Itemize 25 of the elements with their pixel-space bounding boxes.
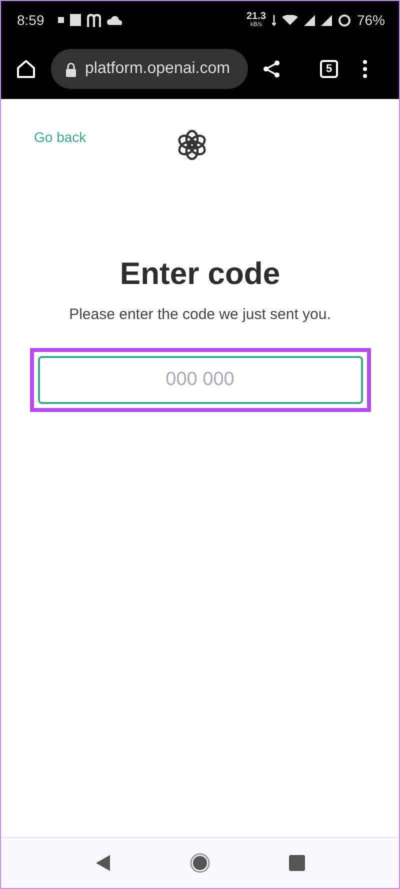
battery-icon bbox=[338, 14, 351, 26]
url-text: platform.openai.com bbox=[85, 60, 230, 78]
code-input-field[interactable]: 000 000 bbox=[38, 356, 362, 404]
home-icon[interactable] bbox=[15, 58, 37, 80]
home-button-icon[interactable] bbox=[190, 853, 210, 873]
tab-count-button[interactable]: 5 bbox=[320, 60, 338, 78]
notification-icon bbox=[58, 17, 64, 23]
clock: 8:59 bbox=[17, 12, 44, 28]
recents-icon[interactable] bbox=[288, 855, 305, 871]
m-icon bbox=[87, 14, 102, 26]
app-icon bbox=[70, 14, 82, 26]
download-arrow-icon bbox=[272, 14, 276, 26]
address-bar[interactable]: platform.openai.com bbox=[51, 49, 248, 89]
instruction-text: Please enter the code we just sent you. bbox=[69, 306, 331, 323]
share-icon[interactable] bbox=[262, 59, 282, 79]
battery-level: 76% bbox=[356, 12, 385, 28]
cloud-icon bbox=[107, 16, 122, 24]
lock-icon bbox=[65, 62, 77, 76]
network-speed: 21.3 bbox=[246, 12, 266, 22]
wifi-icon bbox=[282, 15, 298, 25]
signal-icon bbox=[304, 14, 315, 26]
back-icon[interactable] bbox=[95, 854, 112, 872]
page-title: Enter code bbox=[120, 256, 280, 292]
signal-icon bbox=[320, 14, 332, 26]
menu-icon[interactable] bbox=[362, 59, 368, 79]
